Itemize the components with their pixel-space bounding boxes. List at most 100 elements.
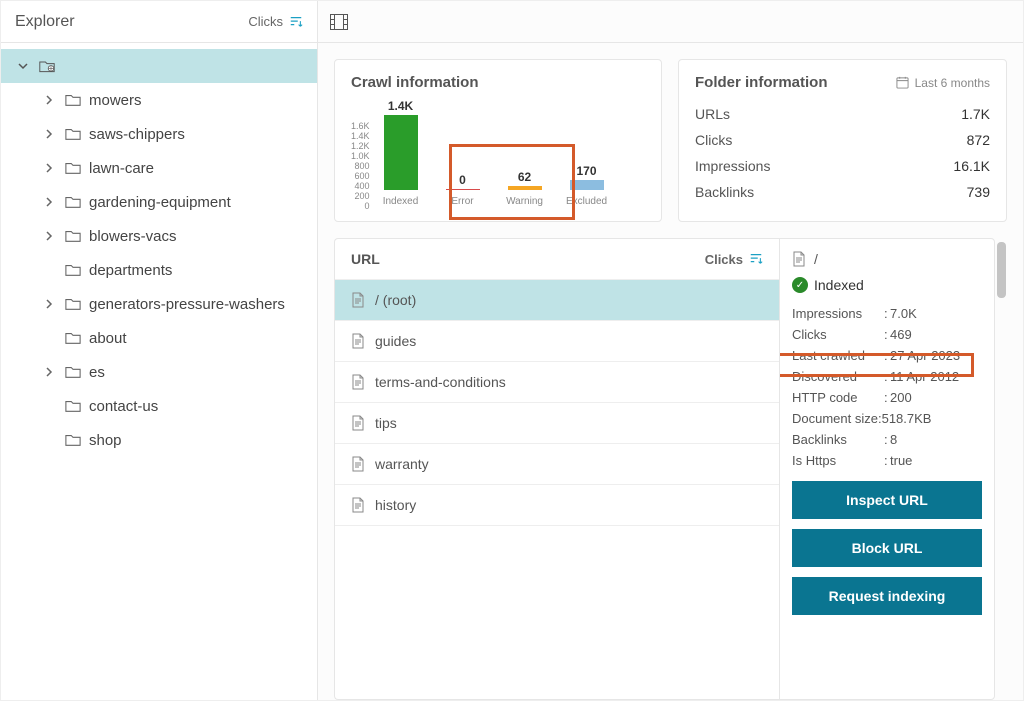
url-item[interactable]: guides bbox=[335, 321, 779, 362]
crawl-info-card: Crawl information 1.6K1.4K1.2K1.0K800600… bbox=[334, 59, 662, 222]
tree-item-label: saws-chippers bbox=[89, 126, 185, 143]
detail-scrollbar-track bbox=[995, 238, 1007, 700]
bar-error[interactable]: 0 Error bbox=[438, 173, 488, 207]
chart-y-axis: 1.6K1.4K1.2K1.0K8006004002000 bbox=[351, 121, 374, 207]
url-detail-panel: / ✓ Indexed Impressions: 7.0KClicks: 469… bbox=[779, 238, 995, 700]
chevron-right-icon bbox=[41, 367, 57, 377]
url-item[interactable]: history bbox=[335, 485, 779, 526]
folder-tree: mowers saws-chippers lawn-care gardening-eq… bbox=[1, 43, 317, 457]
block-url-button[interactable]: Block URL bbox=[792, 529, 982, 567]
tree-item-label: mowers bbox=[89, 92, 142, 109]
stat-row: Clicks872 bbox=[695, 127, 990, 153]
chevron-right-icon bbox=[41, 95, 57, 105]
bar-warning[interactable]: 62 Warning bbox=[500, 170, 550, 207]
check-icon: ✓ bbox=[792, 277, 808, 293]
folder-icon bbox=[65, 127, 81, 141]
explorer-sidebar: Explorer Clicks mowers saws-chippers lawn-… bbox=[1, 1, 318, 700]
detail-row: Backlinks: 8 bbox=[792, 429, 982, 450]
bar-excluded[interactable]: 170 Excluded bbox=[562, 164, 612, 207]
tree-item-mowers[interactable]: mowers bbox=[1, 83, 317, 117]
chevron-down-icon bbox=[15, 60, 31, 72]
tree-item-es[interactable]: es bbox=[1, 355, 317, 389]
stat-row: Impressions16.1K bbox=[695, 153, 990, 179]
chevron-right-icon bbox=[41, 129, 57, 139]
tree-item-gardening-equipment[interactable]: gardening-equipment bbox=[1, 185, 317, 219]
page-icon bbox=[351, 333, 365, 349]
detail-row: Clicks: 469 bbox=[792, 324, 982, 345]
main-area: Crawl information 1.6K1.4K1.2K1.0K800600… bbox=[318, 1, 1023, 700]
toolbar bbox=[318, 1, 1023, 43]
inspect-url-button[interactable]: Inspect URL bbox=[792, 481, 982, 519]
page-icon bbox=[351, 374, 365, 390]
tree-item-label: departments bbox=[89, 262, 172, 279]
folder-card-title: Folder information bbox=[695, 74, 828, 91]
sidebar-sort[interactable]: Clicks bbox=[248, 14, 303, 29]
url-list: URL Clicks / (root)guidesterms-and-condi… bbox=[334, 238, 779, 700]
tree-item-contact-us[interactable]: contact-us bbox=[1, 389, 317, 423]
folder-icon bbox=[65, 297, 81, 311]
calendar-icon bbox=[896, 76, 909, 89]
sort-desc-icon bbox=[289, 15, 303, 29]
tree-item-label: blowers-vacs bbox=[89, 228, 177, 245]
tree-item-label: gardening-equipment bbox=[89, 194, 231, 211]
tree-item-label: about bbox=[89, 330, 127, 347]
detail-row: Discovered: 11 Apr 2012 bbox=[792, 366, 982, 387]
folder-icon bbox=[65, 331, 81, 345]
detail-row: Document size: 518.7KB bbox=[792, 408, 982, 429]
crawl-card-title: Crawl information bbox=[351, 74, 645, 91]
folder-icon bbox=[65, 365, 81, 379]
url-item[interactable]: terms-and-conditions bbox=[335, 362, 779, 403]
date-range[interactable]: Last 6 months bbox=[896, 76, 990, 90]
page-icon bbox=[792, 251, 806, 267]
tree-item-shop[interactable]: shop bbox=[1, 423, 317, 457]
url-item[interactable]: / (root) bbox=[335, 280, 779, 321]
detail-row: Is Https: true bbox=[792, 450, 982, 471]
tree-item-label: shop bbox=[89, 432, 122, 449]
url-item[interactable]: warranty bbox=[335, 444, 779, 485]
url-item[interactable]: tips bbox=[335, 403, 779, 444]
tree-item-generators-pressure-washers[interactable]: generators-pressure-washers bbox=[1, 287, 317, 321]
filmstrip-icon[interactable] bbox=[330, 14, 348, 30]
page-icon bbox=[351, 292, 365, 308]
tree-item-saws-chippers[interactable]: saws-chippers bbox=[1, 117, 317, 151]
request-indexing-button[interactable]: Request indexing bbox=[792, 577, 982, 615]
detail-url: / bbox=[792, 251, 982, 267]
bar-indexed[interactable]: 1.4K Indexed bbox=[376, 99, 426, 207]
tree-item-label: contact-us bbox=[89, 398, 158, 415]
tree-root[interactable] bbox=[1, 49, 317, 83]
folder-icon bbox=[65, 195, 81, 209]
tree-item-departments[interactable]: departments bbox=[1, 253, 317, 287]
chevron-right-icon bbox=[41, 197, 57, 207]
sort-desc-icon bbox=[749, 252, 763, 266]
tree-item-about[interactable]: about bbox=[1, 321, 317, 355]
stat-row: Backlinks739 bbox=[695, 179, 990, 205]
stat-row: URLs1.7K bbox=[695, 101, 990, 127]
chevron-right-icon bbox=[41, 299, 57, 309]
chevron-right-icon bbox=[41, 231, 57, 241]
tree-item-label: generators-pressure-washers bbox=[89, 296, 285, 313]
folder-icon bbox=[65, 399, 81, 413]
tree-item-label: lawn-care bbox=[89, 160, 154, 177]
page-icon bbox=[351, 415, 365, 431]
folder-info-card: Folder information Last 6 months URLs1.7… bbox=[678, 59, 1007, 222]
sidebar-header: Explorer Clicks bbox=[1, 1, 317, 43]
url-list-header: URL Clicks bbox=[335, 239, 779, 280]
sidebar-sort-label: Clicks bbox=[248, 14, 283, 29]
scrollbar-thumb[interactable] bbox=[997, 242, 1006, 298]
crawl-chart: 1.6K1.4K1.2K1.0K8006004002000 1.4K Index… bbox=[351, 101, 645, 207]
folder-icon bbox=[65, 93, 81, 107]
globe-folder-icon bbox=[39, 59, 55, 73]
folder-icon bbox=[65, 161, 81, 175]
page-icon bbox=[351, 456, 365, 472]
detail-row: Last crawled: 27 Apr 2023 bbox=[792, 345, 982, 366]
detail-row: Impressions: 7.0K bbox=[792, 303, 982, 324]
tree-item-label: es bbox=[89, 364, 105, 381]
tree-item-lawn-care[interactable]: lawn-care bbox=[1, 151, 317, 185]
detail-row: HTTP code: 200 bbox=[792, 387, 982, 408]
chevron-right-icon bbox=[41, 163, 57, 173]
folder-icon bbox=[65, 433, 81, 447]
tree-item-blowers-vacs[interactable]: blowers-vacs bbox=[1, 219, 317, 253]
url-sort[interactable]: Clicks bbox=[705, 252, 763, 267]
sidebar-title: Explorer bbox=[15, 13, 75, 31]
url-header-label: URL bbox=[351, 251, 380, 267]
